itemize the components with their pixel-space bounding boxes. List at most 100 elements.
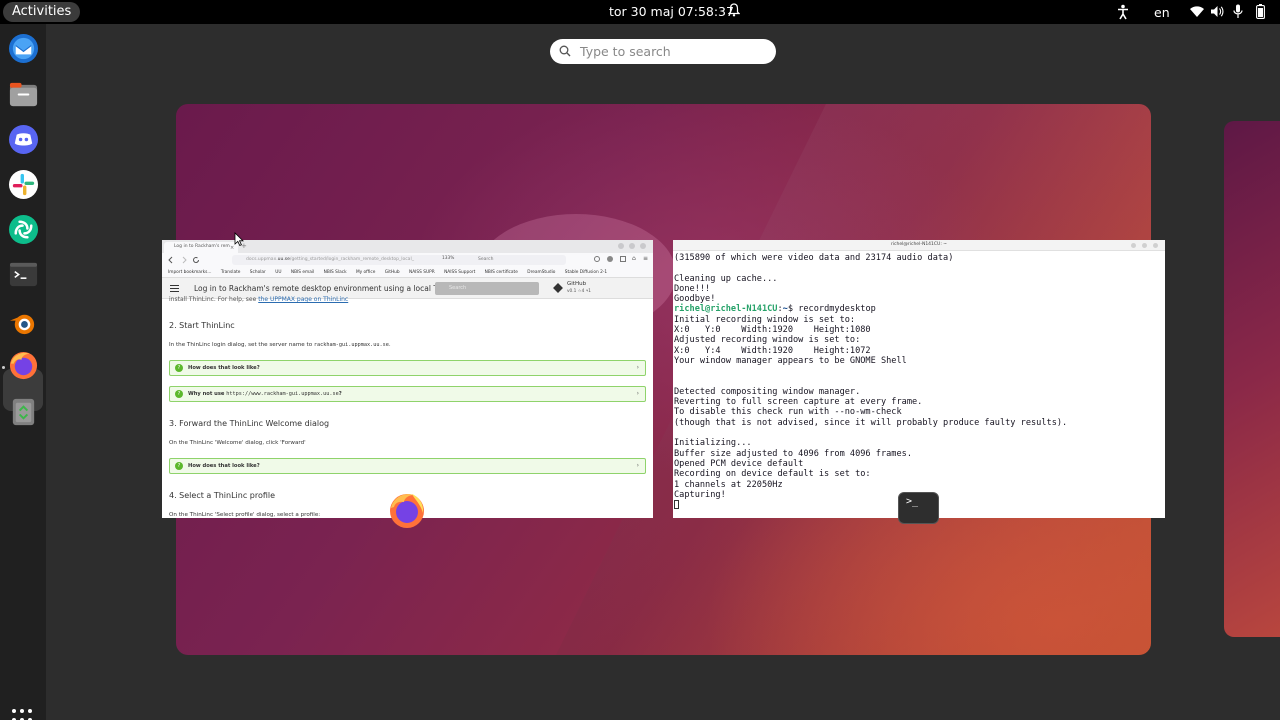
collapsible-details[interactable]: ? Why not use https://www.rackham-gui.up… [169, 386, 646, 402]
zoom-level[interactable]: 133% [442, 256, 454, 261]
account-icon[interactable] [607, 256, 613, 262]
browser-tab[interactable]: Log in to Rackham's rem × [164, 242, 238, 253]
collapsible-details[interactable]: ? How does that look like? › [169, 458, 646, 474]
discord-icon[interactable] [8, 124, 39, 155]
extensions-icon[interactable] [620, 256, 626, 262]
terminal-line: Reverting to full screen capture at ever… [674, 397, 923, 408]
bookmark-item[interactable]: NBIS Slack [324, 270, 347, 275]
maximize-icon[interactable] [629, 243, 635, 249]
tab-label: Log in to Rackham's rem [174, 244, 230, 249]
bookmark-item[interactable]: DreamStudio [527, 270, 555, 275]
pocket-icon[interactable] [594, 256, 600, 262]
clock[interactable]: tor 30 maj 07:58:37 [609, 4, 734, 19]
back-icon[interactable] [167, 256, 175, 264]
details-label: Why not use https://www.rackham-gui.uppm… [188, 391, 342, 397]
terminal-line: Initializing... [674, 438, 752, 449]
activities-button[interactable]: Activities [3, 2, 81, 22]
thunderbird-icon[interactable] [8, 33, 39, 64]
hamburger-menu-icon[interactable] [170, 285, 179, 292]
browser-search-field[interactable]: Search [466, 255, 566, 265]
minimize-icon[interactable] [1131, 243, 1136, 248]
accessibility-icon[interactable] [1117, 4, 1129, 20]
details-label: How does that look like? [188, 365, 260, 371]
bookmark-item[interactable]: Translate [221, 270, 241, 275]
chevron-right-icon: › [636, 390, 639, 397]
chevron-right-icon: › [636, 364, 639, 371]
mouse-pointer-icon [234, 232, 244, 246]
chevron-right-icon: › [636, 462, 639, 469]
home-icon[interactable]: ⌂ [632, 255, 636, 262]
browser-nav-bar: docs.uppmax.uu.se/getting_started/login_… [162, 253, 653, 267]
terminal-icon[interactable] [8, 259, 39, 290]
minimize-icon[interactable] [618, 243, 624, 249]
maximize-icon[interactable] [1142, 243, 1147, 248]
next-workspace-thumbnail[interactable] [1224, 121, 1280, 637]
question-icon: ? [175, 390, 183, 398]
github-meta: v0.1 ☆4 ⑂1 [567, 289, 592, 294]
top-bar: Activities tor 30 maj 07:58:37 en [0, 0, 1280, 24]
bookmark-item[interactable]: NBIS certificate [485, 270, 518, 275]
bookmark-item[interactable]: Scholar [250, 270, 266, 275]
github-link[interactable]: GitHub [567, 281, 586, 287]
terminal-titlebar: richel@richel-N141CU: ~ [673, 240, 1165, 251]
terminal-line: Goodbye! [674, 294, 716, 305]
bell-icon[interactable] [728, 3, 740, 17]
docs-search-input[interactable]: Search [435, 282, 539, 295]
firefox-window-badge-icon [390, 494, 424, 528]
menu-icon[interactable]: ≡ [643, 255, 648, 262]
terminal-line: Buffer size adjusted to 4096 from 4096 f… [674, 448, 912, 459]
microphone-icon[interactable] [1233, 4, 1243, 19]
bookmark-item[interactable]: NAISS SUPR [409, 270, 435, 275]
git-icon[interactable] [553, 283, 563, 293]
show-apps-icon[interactable] [12, 709, 34, 720]
thinlinc-page-link[interactable]: the UPPMAX page on ThinLinc [258, 296, 348, 303]
volume-icon[interactable] [1210, 5, 1224, 18]
bookmark-item[interactable]: NBIS email [291, 270, 314, 275]
terminal-line: Opened PCM device default [674, 458, 804, 469]
wifi-icon[interactable] [1190, 6, 1204, 17]
docs-page-title: Log in to Rackham's remote desktop envir… [194, 284, 457, 293]
terminal-window[interactable]: richel@richel-N141CU: ~ (315890 of which… [673, 240, 1165, 518]
dock [0, 24, 46, 720]
terminal-line: Done!!! [674, 283, 711, 294]
bookmarks-bar: Import bookmarks... Translate Scholar UU… [162, 267, 653, 278]
files-icon[interactable] [8, 79, 39, 110]
terminal-output[interactable]: (315890 of which were video data and 231… [673, 253, 1165, 518]
bookmark-item[interactable]: NAISS Support [444, 270, 475, 275]
close-icon[interactable] [640, 243, 646, 249]
slack-icon[interactable] [8, 169, 39, 200]
paragraph: In the ThinLinc login dialog, set the se… [169, 342, 391, 348]
section-heading: 4. Select a ThinLinc profile [169, 491, 276, 500]
firefox-window[interactable]: Log in to Rackham's rem × + docs.uppmax.… [162, 240, 653, 518]
close-icon[interactable] [1153, 243, 1158, 248]
reload-icon[interactable] [192, 256, 200, 264]
battery-icon[interactable] [1256, 4, 1265, 19]
terminal-window-badge-icon: >_ [898, 492, 939, 524]
bookmark-item[interactable]: Stable Diffusion 2-1 [565, 270, 607, 275]
language-indicator[interactable]: en [1154, 5, 1170, 20]
bookmark-item[interactable]: GitHub [385, 270, 400, 275]
collapsible-details[interactable]: ? How does that look like? › [169, 360, 646, 376]
element-icon[interactable] [8, 214, 39, 245]
running-indicator [2, 366, 5, 369]
bookmark-item[interactable]: UU [275, 270, 281, 275]
terminal-line: (though that is not advised, since it wi… [674, 417, 1068, 428]
blender-icon[interactable] [8, 307, 39, 338]
bookmark-item[interactable]: My office [356, 270, 375, 275]
firefox-icon[interactable] [8, 350, 39, 381]
search-input[interactable]: Type to search [550, 39, 776, 64]
terminal-line: X:0 Y:0 Width:1920 Height:1080 [674, 325, 871, 336]
paragraph: On the ThinLinc 'Select profile' dialog,… [169, 512, 321, 518]
terminal-cursor [674, 500, 679, 510]
bookmark-item[interactable]: Import bookmarks... [168, 270, 212, 275]
terminal-line: Detected compositing window manager. [674, 386, 861, 397]
gnome-overview: Activities tor 30 maj 07:58:37 en Type t… [0, 0, 1280, 720]
forward-icon[interactable] [180, 256, 188, 264]
terminal-line: (315890 of which were video data and 231… [674, 253, 954, 263]
cut-off-text: install ThinLinc. For help, see the UPPM… [169, 296, 349, 303]
trash-icon[interactable] [8, 396, 39, 427]
paragraph: On the ThinLinc 'Welcome' dialog, click … [169, 440, 306, 446]
